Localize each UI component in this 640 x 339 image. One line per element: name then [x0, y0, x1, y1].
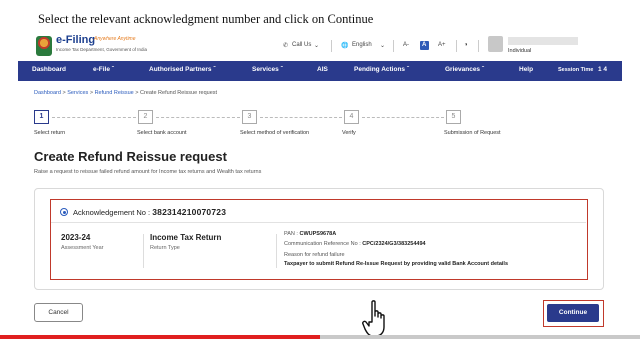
nav-grievances[interactable]: Grievances ˇ [445, 66, 484, 73]
avatar[interactable] [488, 36, 503, 52]
breadcrumb-separator: > [89, 90, 94, 96]
assessment-year-value: 2023-24 [61, 233, 91, 242]
step-5-label: Submission of Request [444, 130, 501, 136]
step-connector [362, 117, 444, 118]
divider [478, 40, 479, 52]
breadcrumb-current: Create Refund Reissue request [140, 90, 218, 96]
return-type-label: Return Type [150, 245, 180, 251]
breadcrumb-separator: > [135, 90, 139, 96]
logo-subtitle: Income Tax Department, Government of Ind… [56, 47, 147, 52]
step-4-label: Verify [342, 130, 356, 136]
breadcrumb-refund-reissue[interactable]: Refund Reissue [95, 90, 134, 96]
nav-services[interactable]: Services ˇ [252, 66, 283, 73]
breadcrumb-separator: > [62, 90, 66, 96]
page-title: Create Refund Reissue request [34, 149, 227, 164]
return-option-card[interactable]: Acknowledgement No : 382314210070723 202… [50, 199, 588, 280]
nav-efile[interactable]: e-File ˇ [93, 66, 114, 73]
chevron-down-icon: ˇ [406, 66, 410, 73]
nav-authorised-partners[interactable]: Authorised Partners ˇ [149, 66, 215, 73]
nav-dashboard[interactable]: Dashboard [32, 66, 66, 73]
font-increase-button[interactable]: A+ [438, 42, 446, 48]
language-select[interactable]: English [352, 42, 372, 48]
chevron-down-icon: ˇ [111, 66, 114, 73]
national-emblem-icon [36, 36, 52, 56]
chevron-down-icon: ⌄ [380, 43, 386, 49]
efiling-logo[interactable]: e-Filing Anywhere Anytime Income Tax Dep… [36, 34, 156, 60]
nav-ais[interactable]: AIS [317, 66, 328, 73]
comm-ref-value: CPC/2324/G3/383254494 [362, 241, 426, 247]
step-3-number: 3 [242, 110, 257, 124]
logo-title: e-Filing [56, 34, 96, 46]
user-type: Individual [508, 48, 532, 54]
step-4-number: 4 [344, 110, 359, 124]
communication-ref: Communication Reference No : CPC/2324/G3… [284, 241, 426, 247]
chevron-down-icon: ˇ [213, 66, 216, 73]
chevron-down-icon: ˇ [280, 66, 283, 73]
step-1-label: Select return [34, 130, 66, 136]
reason-value: Taxpayer to submit Refund Re-Issue Reque… [284, 261, 509, 267]
nav-efile-label: e-File [93, 66, 110, 73]
divider [276, 234, 277, 268]
divider [331, 40, 332, 52]
logo-tagline: Anywhere Anytime [94, 36, 136, 42]
tutorial-caption: Select the relevant acknowledgment numbe… [38, 12, 374, 26]
continue-button[interactable]: Continue [547, 304, 599, 322]
progress-stepper: 1 2 3 4 5 Select return Select bank acco… [34, 110, 594, 140]
chevron-down-icon: ⌄ [314, 43, 320, 49]
breadcrumb-services[interactable]: Services [67, 90, 88, 96]
video-progress-bar[interactable] [0, 335, 640, 339]
step-1-number: 1 [34, 110, 49, 124]
divider [456, 40, 457, 52]
step-2-number: 2 [138, 110, 153, 124]
page-description: Raise a request to reissue failed refund… [34, 169, 262, 175]
top-header: e-Filing Anywhere Anytime Income Tax Dep… [18, 32, 622, 60]
user-name-redacted [508, 37, 578, 45]
chevron-down-icon: ˇ [481, 66, 485, 73]
session-time-label: Session Time [558, 67, 594, 73]
acknowledgement-number: Acknowledgement No : 382314210070723 [73, 207, 226, 217]
contrast-icon[interactable]: ◑ [464, 42, 468, 48]
font-decrease-button[interactable]: A- [403, 42, 409, 48]
font-normal-label: A [422, 42, 427, 48]
step-5-number: 5 [446, 110, 461, 124]
session-time-value: 1 4 [598, 66, 608, 73]
main-navigation: Dashboard e-File ˇ Authorised Partners ˇ… [18, 61, 622, 81]
comm-ref-label: Communication Reference No : [284, 241, 361, 247]
step-3-label: Select method of verification [240, 130, 310, 136]
font-normal-button[interactable]: A [420, 41, 429, 50]
continue-highlight: Continue [543, 300, 604, 327]
cancel-button[interactable]: Cancel [34, 303, 83, 322]
nav-help[interactable]: Help [519, 66, 533, 73]
hand-pointer-icon [362, 300, 385, 337]
step-connector [52, 117, 136, 118]
step-2-label: Select bank account [137, 130, 187, 136]
divider [393, 40, 394, 52]
call-us-link[interactable]: Call Us [292, 42, 311, 48]
pan-info: PAN : CWUPS9678A [284, 231, 336, 237]
reason-label: Reason for refund failure [284, 252, 345, 258]
video-progress-fill [0, 335, 320, 339]
nav-authorised-partners-label: Authorised Partners [149, 66, 212, 73]
assessment-year-label: Assessment Year [61, 245, 104, 251]
breadcrumb: Dashboard > Services > Refund Reissue > … [34, 90, 217, 96]
nav-grievances-label: Grievances [445, 66, 481, 73]
pan-value: CWUPS9678A [299, 231, 337, 237]
step-connector [260, 117, 342, 118]
divider [51, 222, 586, 223]
nav-pending-actions[interactable]: Pending Actions ˇ [354, 66, 409, 73]
ack-value: 382314210070723 [152, 207, 227, 217]
phone-icon: ✆ [283, 43, 289, 49]
step-connector [156, 117, 240, 118]
pan-label: PAN : [284, 231, 298, 237]
return-type-value: Income Tax Return [150, 233, 222, 242]
nav-pending-actions-label: Pending Actions [354, 66, 406, 73]
breadcrumb-dashboard[interactable]: Dashboard [34, 90, 61, 96]
ack-label: Acknowledgement No : [73, 208, 151, 217]
nav-services-label: Services [252, 66, 279, 73]
globe-icon: 🌐 [341, 43, 349, 49]
divider [143, 234, 144, 268]
return-select-radio[interactable] [60, 208, 68, 216]
